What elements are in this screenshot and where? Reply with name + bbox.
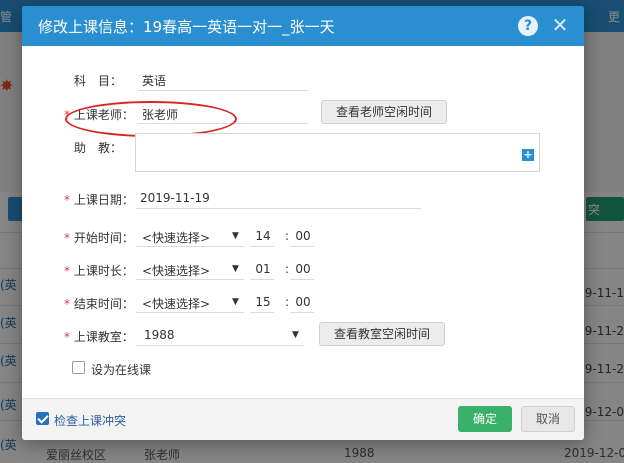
duration-label-text: 上课时长： bbox=[73, 264, 134, 278]
view-classroom-free-time-button[interactable]: 查看教室空闲时间 bbox=[319, 322, 445, 346]
classroom-select[interactable]: 1988 bbox=[144, 328, 175, 342]
time-underline bbox=[250, 279, 274, 280]
duration-hour-input[interactable]: 01 bbox=[250, 262, 276, 276]
required-mark: * bbox=[64, 264, 70, 278]
time-underline bbox=[250, 312, 274, 313]
date-input[interactable]: 2019-11-19 bbox=[140, 191, 210, 205]
duration-label: * 上课时长： bbox=[64, 262, 134, 279]
check-conflict-label: 检查上课冲突 bbox=[54, 414, 127, 428]
confirm-button[interactable]: 确定 bbox=[458, 406, 512, 432]
select-underline bbox=[136, 279, 244, 280]
time-underline bbox=[290, 279, 314, 280]
start-minute-input[interactable]: 00 bbox=[290, 229, 316, 243]
classroom-label: * 上课教室： bbox=[64, 328, 134, 345]
assistant-input[interactable] bbox=[135, 133, 540, 172]
duration-quick-select[interactable]: <快速选择> bbox=[142, 262, 210, 279]
end-hour-input[interactable]: 15 bbox=[250, 295, 276, 309]
select-underline bbox=[136, 312, 244, 313]
subject-value: 英语 bbox=[142, 74, 167, 88]
subject-label: 科 目： bbox=[74, 74, 123, 88]
time-separator: : bbox=[285, 262, 290, 276]
start-time-label-text: 开始时间： bbox=[73, 231, 134, 245]
view-teacher-free-time-button[interactable]: 查看老师空闲时间 bbox=[321, 100, 447, 124]
required-mark: * bbox=[64, 297, 70, 311]
start-time-label: * 开始时间： bbox=[64, 229, 134, 246]
dialog-footer: 检查上课冲突 确定 取消 bbox=[22, 398, 584, 440]
dialog-header: 修改上课信息：19春高一英语一对一_张一天 ? ✕ bbox=[22, 6, 584, 46]
time-separator: : bbox=[285, 295, 290, 309]
end-time-label: * 结束时间： bbox=[64, 295, 134, 312]
chevron-down-icon[interactable]: ▼ bbox=[292, 330, 299, 340]
duration-minute-input[interactable]: 00 bbox=[290, 262, 316, 276]
required-mark: * bbox=[64, 231, 70, 245]
required-mark: * bbox=[64, 330, 70, 344]
chevron-down-icon[interactable]: ▼ bbox=[232, 231, 239, 241]
subject-underline bbox=[138, 90, 308, 91]
online-class-checkbox[interactable] bbox=[72, 361, 85, 374]
dialog-title: 修改上课信息：19春高一英语一对一_张一天 bbox=[38, 18, 335, 36]
time-underline bbox=[250, 246, 274, 247]
check-conflict-checkbox[interactable] bbox=[36, 412, 49, 425]
edit-class-dialog: 修改上课信息：19春高一英语一对一_张一天 ? ✕ 科 目： 英语 * 上课老师… bbox=[22, 6, 584, 440]
time-separator: : bbox=[285, 229, 290, 243]
end-minute-input[interactable]: 00 bbox=[290, 295, 316, 309]
time-underline bbox=[290, 312, 314, 313]
date-label: * 上课日期： bbox=[64, 191, 134, 208]
close-icon[interactable]: ✕ bbox=[548, 13, 572, 37]
cancel-button[interactable]: 取消 bbox=[521, 406, 575, 432]
start-hour-input[interactable]: 14 bbox=[250, 229, 276, 243]
plus-icon[interactable]: + bbox=[522, 149, 534, 161]
end-time-quick-select[interactable]: <快速选择> bbox=[142, 295, 210, 312]
required-mark: * bbox=[64, 193, 70, 207]
chevron-down-icon[interactable]: ▼ bbox=[232, 297, 239, 307]
highlight-annotation bbox=[65, 101, 237, 137]
online-class-label: 设为在线课 bbox=[91, 363, 152, 377]
classroom-underline bbox=[136, 345, 304, 346]
date-label-text: 上课日期： bbox=[73, 193, 134, 207]
date-underline bbox=[136, 208, 421, 209]
end-time-label-text: 结束时间： bbox=[73, 297, 134, 311]
time-underline bbox=[290, 246, 314, 247]
start-time-quick-select[interactable]: <快速选择> bbox=[142, 229, 210, 246]
select-underline bbox=[136, 246, 244, 247]
assistant-label: 助 教： bbox=[74, 141, 123, 155]
help-icon[interactable]: ? bbox=[518, 16, 538, 36]
chevron-down-icon[interactable]: ▼ bbox=[232, 264, 239, 274]
classroom-label-text: 上课教室： bbox=[73, 330, 134, 344]
